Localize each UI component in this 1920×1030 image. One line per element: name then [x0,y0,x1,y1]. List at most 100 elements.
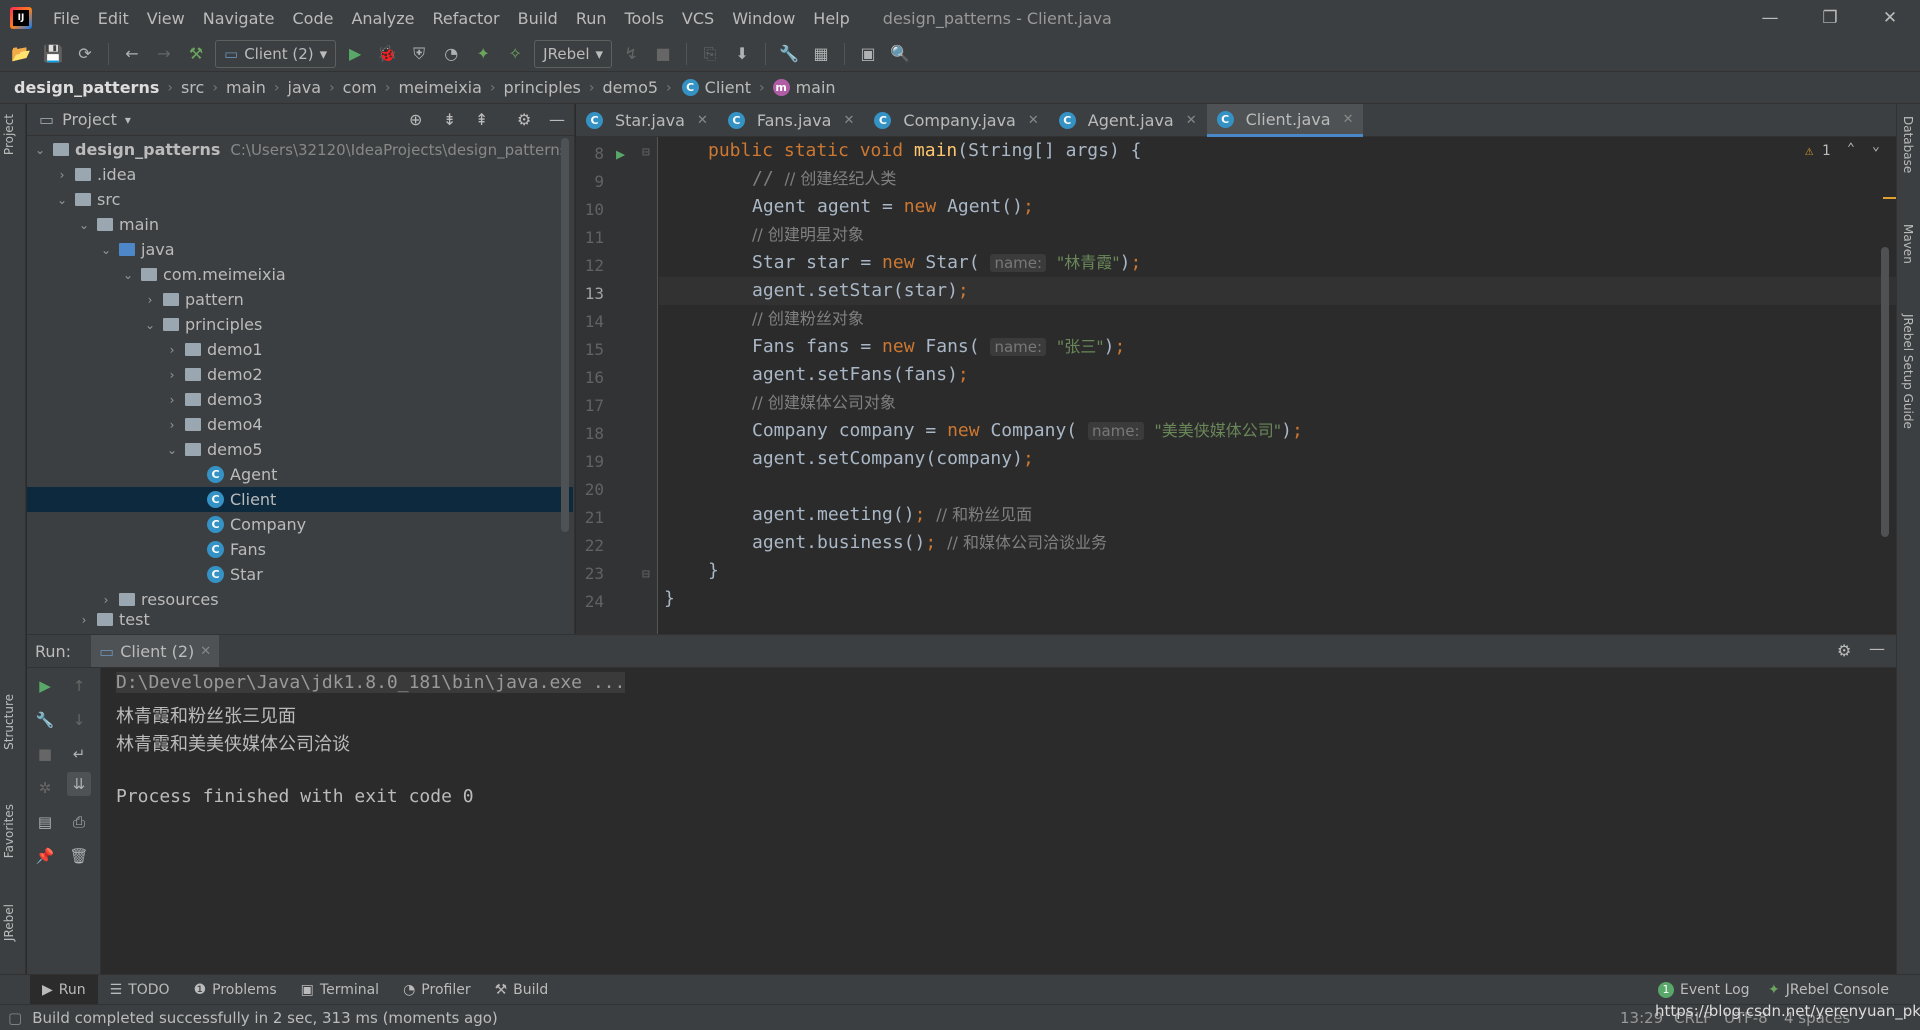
tree-item-java[interactable]: ⌄ java [27,237,573,262]
close-tab-icon[interactable]: ✕ [200,644,211,659]
chevron-right-icon[interactable]: › [165,368,179,382]
gear-icon[interactable]: ⚙ [1837,641,1851,660]
tree-item-fans[interactable]: C Fans [27,537,573,562]
layout-icon[interactable]: ▤ [33,810,57,834]
back-icon[interactable]: ← [119,41,145,67]
jrebel-debug-icon[interactable]: ✧ [502,41,528,67]
chevron-right-icon[interactable]: › [143,293,157,307]
console-output[interactable]: D:\Developer\Java\jdk1.8.0_181\bin\java.… [102,668,1896,974]
menu-window[interactable]: Window [723,9,804,28]
chevron-right-icon[interactable]: › [99,593,113,607]
soft-wrap-icon[interactable]: ↵ [67,742,91,766]
hide-panel-icon[interactable]: — [1869,639,1885,658]
save-icon[interactable]: 💾 [40,41,66,67]
chevron-down-icon[interactable]: ⌄ [121,268,135,282]
close-tab-icon[interactable]: ✕ [1186,113,1197,128]
tab-fans-java[interactable]: C Fans.java ✕ [718,104,865,137]
tool-tab-problems[interactable]: ❶ Problems [182,975,289,1005]
gear-icon[interactable]: ⚙ [517,110,531,129]
locate-icon[interactable]: ⊕ [409,110,422,129]
chevron-right-icon[interactable]: › [55,168,69,182]
build-hammer-icon[interactable]: ⚒ [183,41,209,67]
tree-item-demo2[interactable]: › demo2 [27,362,573,387]
chevron-right-icon[interactable]: › [77,613,91,627]
stripe-tab-database[interactable]: Database [1901,116,1915,173]
chevron-right-icon[interactable]: › [165,393,179,407]
crumb-demo5[interactable]: demo5 [602,78,658,97]
tree-item-star[interactable]: C Star [27,562,573,587]
tree-item-demo1[interactable]: › demo1 [27,337,573,362]
tab-star-java[interactable]: C Star.java ✕ [576,104,718,137]
code-editor[interactable]: public static void main(String[] args) {… [659,137,1896,634]
arrow-down-icon[interactable]: ↓ [67,708,91,732]
stripe-tab-project[interactable]: Project [2,114,16,155]
chevron-down-icon[interactable]: ⌄ [55,193,69,207]
wrench-icon[interactable]: 🔧 [33,708,57,732]
project-panel-title[interactable]: Project [62,110,117,129]
run-icon[interactable]: ▶ [342,41,368,67]
chevron-down-icon[interactable]: ▾ [125,113,131,127]
search-icon[interactable]: 🔍 [887,41,913,67]
tree-item-company[interactable]: C Company [27,512,573,537]
tool-tab-todo[interactable]: ☰ TODO [98,975,182,1005]
tree-item-com-meimeixia[interactable]: ⌄ com.meimeixia [27,262,573,287]
expand-all-icon[interactable]: ⇟ [443,110,456,129]
tree-item-principles[interactable]: ⌄ principles [27,312,573,337]
tool-tab-build[interactable]: ⚒ Build [483,975,561,1005]
tree-item-client[interactable]: C Client [27,487,573,512]
tab-agent-java[interactable]: C Agent.java ✕ [1049,104,1207,137]
pin-icon[interactable]: 📌 [33,844,57,868]
menu-tools[interactable]: Tools [616,9,673,28]
jrebel-select[interactable]: JRebel ▾ [534,39,613,68]
stop-icon[interactable]: ■ [650,41,676,67]
crumb-project[interactable]: design_patterns [14,78,159,97]
chevron-up-icon[interactable]: ⌃ [1847,141,1855,156]
run-gutter-icon[interactable]: ▶ [616,145,625,163]
rerun-icon[interactable]: ▶ [33,674,57,698]
update-icon[interactable]: ⬇ [729,41,755,67]
menu-code[interactable]: Code [284,9,343,28]
terminal-window-icon[interactable]: ▣ [855,41,881,67]
menu-analyze[interactable]: Analyze [342,9,423,28]
tool-tab-event-log[interactable]: 1 Event Log [1646,975,1762,1005]
crumb-src[interactable]: src [181,78,204,97]
status-toggle-icon[interactable]: ▢ [8,1009,22,1027]
coverage-icon[interactable]: ⛨ [406,41,432,67]
profile-icon[interactable]: ◔ [438,41,464,67]
stripe-tab-maven[interactable]: Maven [1901,224,1915,264]
tree-item-main[interactable]: ⌄ main [27,212,573,237]
arrow-up-icon[interactable]: ↑ [67,674,91,698]
chevron-down-icon[interactable]: ⌄ [143,318,157,332]
settings-wrench-icon[interactable]: 🔧 [776,41,802,67]
tree-item-pattern[interactable]: › pattern [27,287,573,312]
attach-debugger-icon[interactable]: ⎘ [697,41,723,67]
rerun-icon[interactable]: ↯ [618,41,644,67]
menu-navigate[interactable]: Navigate [194,9,284,28]
minimize-icon[interactable]: — [1740,0,1800,36]
tree-item-demo4[interactable]: › demo4 [27,412,573,437]
trash-icon[interactable]: 🗑 [67,844,91,868]
open-folder-icon[interactable]: 📂 [8,41,34,67]
stripe-tab-structure[interactable]: Structure [2,694,16,750]
tool-tab-run[interactable]: ▶ Run [30,974,98,1005]
crumb-principles[interactable]: principles [504,78,581,97]
warning-stripe-marker[interactable] [1883,197,1896,199]
collapse-all-icon[interactable]: ⇞ [475,110,488,129]
debug-icon[interactable]: 🐞 [374,41,400,67]
tree-item-demo5[interactable]: ⌄ demo5 [27,437,573,462]
chevron-down-icon[interactable]: ⌄ [165,443,179,457]
fold-icon[interactable]: ⊟ [642,567,650,582]
fold-icon[interactable]: ⊟ [642,145,650,160]
chevron-right-icon[interactable]: › [165,343,179,357]
crumb-client[interactable]: Client [705,78,751,97]
project-scrollbar[interactable] [561,138,569,532]
stop-icon[interactable]: ■ [33,742,57,766]
menu-view[interactable]: View [138,9,194,28]
tool-tab-terminal[interactable]: ▣ Terminal [289,975,391,1005]
chevron-down-icon[interactable]: ⌄ [77,218,91,232]
tab-client-java[interactable]: C Client.java ✕ [1206,104,1364,137]
close-tab-icon[interactable]: ✕ [1343,112,1354,127]
run-config-select[interactable]: ▭ Client (2) ▾ [215,39,337,68]
menu-file[interactable]: File [44,9,89,28]
forward-icon[interactable]: → [151,41,177,67]
